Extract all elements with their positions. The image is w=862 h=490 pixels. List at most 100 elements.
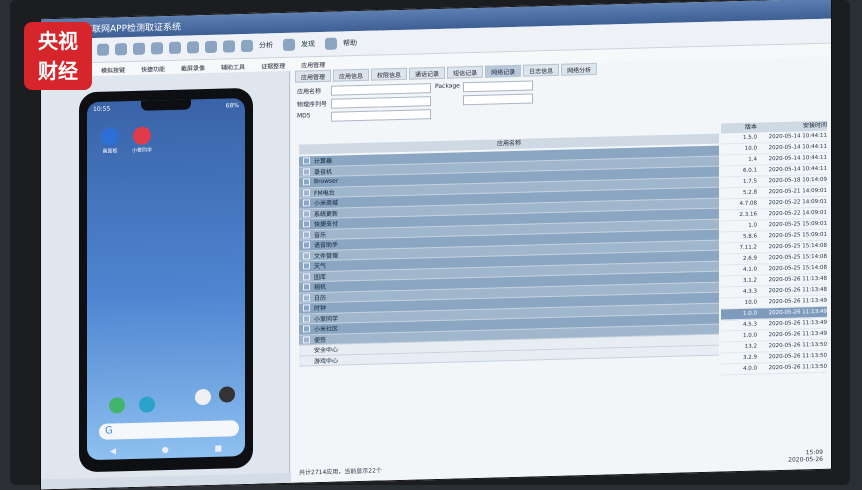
checkbox[interactable] bbox=[303, 315, 310, 323]
install-time-cell: 2020-05-25 15:14:08 bbox=[768, 264, 827, 273]
checkbox[interactable] bbox=[303, 294, 310, 302]
version-cell: 1.0 bbox=[748, 222, 757, 229]
checkbox[interactable] bbox=[303, 210, 310, 218]
list-item-label: 小爱同学 bbox=[314, 315, 339, 323]
phone-call-icon[interactable] bbox=[109, 397, 125, 414]
subbar-item-1[interactable]: 快捷功能 bbox=[141, 64, 165, 74]
phone-app-1[interactable]: 小爱同学 bbox=[129, 126, 155, 154]
print-icon[interactable] bbox=[223, 40, 235, 53]
list-item-label: 安全中心 bbox=[314, 346, 339, 355]
checkbox[interactable] bbox=[303, 357, 310, 365]
extra-input[interactable] bbox=[463, 93, 533, 106]
back-icon[interactable] bbox=[97, 43, 109, 56]
list-item-label: 时钟 bbox=[314, 305, 327, 313]
checkbox[interactable] bbox=[303, 346, 310, 354]
subbar-item-0[interactable]: 模拟按键 bbox=[101, 65, 125, 75]
phone-app-0[interactable]: 画面板 bbox=[97, 127, 123, 155]
forward-icon[interactable] bbox=[115, 43, 127, 56]
checkbox[interactable] bbox=[303, 336, 310, 344]
subbar-item-3[interactable]: 辅助工具 bbox=[221, 61, 245, 71]
app-name-input[interactable] bbox=[331, 83, 431, 96]
checkbox[interactable] bbox=[303, 189, 310, 197]
package-input[interactable] bbox=[463, 80, 533, 93]
clock-date: 2020-05-26 bbox=[788, 455, 823, 464]
search-icon[interactable] bbox=[241, 39, 253, 53]
tab-6[interactable]: 日志信息 bbox=[523, 63, 560, 77]
checkbox[interactable] bbox=[303, 252, 310, 260]
version-cell: 1.0.0 bbox=[743, 332, 757, 339]
subbar-item-5[interactable]: 应用管理 bbox=[301, 59, 325, 69]
device-input[interactable] bbox=[331, 96, 431, 109]
checkbox[interactable] bbox=[303, 283, 310, 291]
phone-battery: 68% bbox=[225, 101, 239, 110]
back-nav-icon[interactable]: ◀ bbox=[110, 446, 116, 455]
phone-mirror[interactable]: 10:55 68% 画面板 小爱同学 G ◀ ● ■ bbox=[79, 87, 253, 473]
phone-nav-bar: ◀ ● ■ bbox=[87, 443, 245, 456]
toolbar-item-2[interactable]: 帮助 bbox=[343, 38, 357, 48]
install-time-cell: 2020-05-14 10:44:11 bbox=[768, 132, 827, 141]
tab-7[interactable]: 网络分析 bbox=[561, 62, 598, 76]
list-item-label: 录音机 bbox=[314, 168, 333, 176]
version-cell: 3.2.9 bbox=[743, 354, 757, 361]
discover-icon[interactable] bbox=[283, 38, 295, 52]
tab-4[interactable]: 短信记录 bbox=[447, 65, 484, 79]
camera-app-icon[interactable] bbox=[219, 386, 235, 403]
tab-1[interactable]: 应用信息 bbox=[333, 68, 370, 82]
list-item-label: 系统更新 bbox=[314, 210, 339, 218]
version-cell: 2.6.9 bbox=[743, 255, 757, 262]
camera-icon[interactable] bbox=[169, 41, 181, 54]
install-time-cell: 2020-05-22 14:09:01 bbox=[768, 209, 827, 218]
version-cell: 1.0.0 bbox=[743, 310, 757, 317]
install-time-cell: 2020-05-26 11:13:48 bbox=[768, 275, 827, 284]
version-cell: 6.0.1 bbox=[743, 167, 757, 174]
list-item-label: 小米商城 bbox=[314, 199, 339, 208]
version-cell: 10.0 bbox=[744, 145, 757, 152]
checkbox[interactable] bbox=[303, 304, 310, 312]
checkbox[interactable] bbox=[303, 220, 310, 228]
download-icon[interactable] bbox=[205, 40, 217, 54]
checkbox[interactable] bbox=[303, 273, 310, 281]
table-row[interactable]: 4.0.0 2020-05-26 11:13:50 bbox=[721, 361, 827, 376]
version-cell: 5.8.6 bbox=[743, 233, 757, 240]
tab-0[interactable]: 应用管理 bbox=[295, 69, 332, 83]
record-icon[interactable] bbox=[187, 41, 199, 54]
phone-app-label-1: 小爱同学 bbox=[131, 147, 152, 154]
recents-nav-icon[interactable]: ■ bbox=[215, 444, 223, 453]
checkbox[interactable] bbox=[303, 178, 310, 186]
checkbox[interactable] bbox=[303, 157, 310, 165]
install-time-cell: 2020-05-26 11:13:49 bbox=[768, 308, 827, 317]
md5-input[interactable] bbox=[331, 109, 431, 122]
tab-2[interactable]: 权限信息 bbox=[371, 67, 408, 81]
refresh-icon[interactable] bbox=[151, 42, 163, 55]
version-cell: 4.3.3 bbox=[743, 288, 757, 295]
google-search-bar[interactable]: G bbox=[99, 420, 239, 440]
checkbox[interactable] bbox=[303, 231, 310, 239]
home-icon[interactable] bbox=[133, 42, 145, 55]
subbar-item-2[interactable]: 截屏录像 bbox=[181, 63, 205, 73]
cctv-finance-logo: 央视 财经 bbox=[24, 22, 92, 90]
install-time-cell: 2020-05-22 14:09:01 bbox=[768, 198, 827, 207]
phone-screen[interactable]: 10:55 68% 画面板 小爱同学 G ◀ ● ■ bbox=[87, 98, 245, 461]
tab-5[interactable]: 网络记录 bbox=[485, 64, 522, 78]
tab-3[interactable]: 通话记录 bbox=[409, 66, 446, 80]
checkbox[interactable] bbox=[303, 325, 310, 333]
install-time-cell: 2020-05-26 11:13:49 bbox=[768, 319, 827, 328]
messages-icon[interactable] bbox=[139, 396, 155, 413]
taskbar-clock: 15:09 2020-05-26 bbox=[788, 449, 823, 464]
help-icon[interactable] bbox=[325, 37, 337, 50]
install-time-cell: 2020-05-25 15:14:08 bbox=[768, 253, 827, 262]
version-cell: 10.0 bbox=[744, 299, 757, 306]
checkbox[interactable] bbox=[303, 168, 310, 176]
toolbar-item-0[interactable]: 分析 bbox=[259, 40, 273, 50]
checkbox[interactable] bbox=[303, 241, 310, 249]
phone-notch bbox=[141, 99, 191, 111]
subbar-item-4[interactable]: 证据整理 bbox=[261, 60, 285, 70]
version-table: 版本 安装时间 1.5.0 2020-05-14 10:44:11 10.0 2020… bbox=[721, 120, 827, 376]
home-nav-icon[interactable]: ● bbox=[162, 445, 169, 454]
checkbox[interactable] bbox=[303, 199, 310, 207]
checkbox[interactable] bbox=[303, 262, 310, 270]
install-time-cell: 2020-05-26 11:13:50 bbox=[768, 341, 827, 350]
browser-icon[interactable] bbox=[195, 388, 211, 406]
toolbar-item-1[interactable]: 发现 bbox=[301, 39, 315, 49]
install-time-cell: 2020-05-25 15:14:08 bbox=[768, 242, 827, 251]
